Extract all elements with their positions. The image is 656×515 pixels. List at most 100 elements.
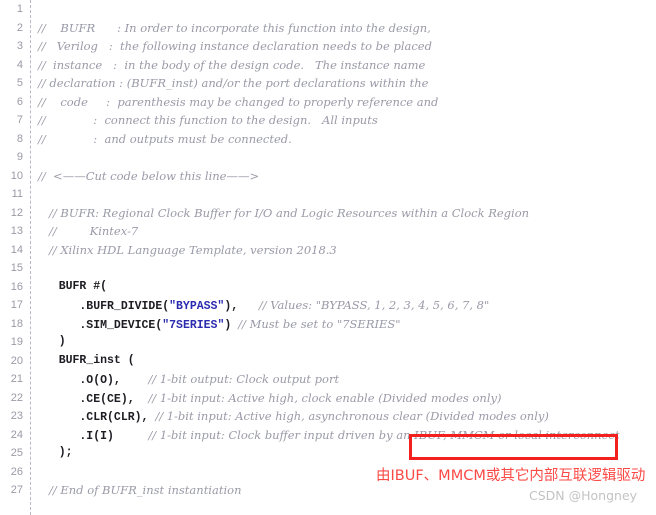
chinese-annotation-note: 由IBUF、MMCM或其它内部互联逻辑驱动 — [376, 468, 646, 484]
code-line[interactable]: 5 // declaration : (BUFR_inst) and/or the… — [0, 74, 656, 93]
code-line[interactable]: 3 // Verilog : the following instance dec… — [0, 37, 656, 56]
comment-token: // BUFR : In order to incorporate this f… — [38, 20, 431, 35]
code-token: ) — [38, 335, 66, 348]
line-number: 5 — [16, 77, 23, 89]
line-number: 20 — [10, 354, 23, 367]
comment-token: // 1-bit input: Active high, clock enabl… — [148, 390, 502, 405]
code-token: .BUFR_DIVIDE( — [38, 300, 170, 313]
line-text: ) — [38, 333, 66, 352]
line-text: BUFR_inst ( — [38, 352, 135, 371]
string-token: "BYPASS" — [169, 300, 225, 313]
comment-token: // 1-bit output: Clock output port — [148, 372, 340, 386]
code-token: .I(I) — [38, 429, 149, 443]
line-number: 18 — [10, 317, 23, 330]
code-line[interactable]: 14 // Xilinx HDL Language Template, vers… — [0, 241, 656, 260]
code-line[interactable]: 18 .SIM_DEVICE("7SERIES") // Must be set… — [0, 315, 656, 334]
line-number: 13 — [10, 225, 23, 237]
line-text: // : connect this function to the design… — [38, 111, 378, 132]
string-token: "7SERIES" — [162, 318, 225, 332]
code-token: ) — [224, 318, 239, 332]
line-number: 12 — [10, 206, 23, 219]
code-line[interactable]: 25 ); — [0, 444, 656, 463]
line-text: // <——Cut code below this line——> — [38, 167, 259, 188]
line-number: 21 — [10, 373, 23, 385]
code-token: ), — [224, 300, 259, 313]
code-line[interactable]: 9 — [0, 148, 656, 167]
line-text: // : and outputs must be connected. — [38, 130, 292, 151]
code-line[interactable]: 2 // BUFR : In order to incorporate this … — [0, 19, 656, 38]
comment-token: // : connect this function to the design… — [38, 113, 378, 127]
code-line[interactable]: 10 // <——Cut code below this line——> — [0, 167, 656, 186]
line-number: 27 — [10, 484, 23, 496]
line-number: 19 — [10, 336, 23, 348]
code-line[interactable]: 8 // : and outputs must be connected. — [0, 130, 656, 149]
line-text: .O(O), // 1-bit output: Clock output por… — [38, 370, 339, 391]
code-token: .O(O), — [38, 374, 149, 387]
line-number: 24 — [10, 428, 23, 441]
code-line[interactable]: 13 // Kintex-7 — [0, 222, 656, 241]
comment-token: // BUFR: Regional Clock Buffer for I/O a… — [38, 205, 530, 220]
csdn-watermark: CSDN @Hongney — [529, 488, 638, 503]
line-text: // Xilinx HDL Language Template, version… — [38, 241, 337, 262]
line-text: .SIM_DEVICE("7SERIES") // Must be set to… — [38, 315, 401, 336]
line-text: .CE(CE), // 1-bit input: Active high, cl… — [38, 389, 501, 410]
line-text: // End of BUFR_inst instantiation — [38, 481, 242, 502]
line-number: 6 — [16, 95, 23, 108]
comment-token: // 1-bit input: Clock buffer input drive… — [148, 427, 620, 442]
line-number: 3 — [16, 40, 23, 52]
line-text: // BUFR: Regional Clock Buffer for I/O a… — [38, 204, 529, 225]
comment-token: // Values: "BYPASS, 1, 2, 3, 4, 5, 6, 7,… — [258, 298, 490, 312]
code-line[interactable]: 12 // BUFR: Regional Clock Buffer for I/… — [0, 204, 656, 223]
code-editor[interactable]: 1 2// BUFR : In order to incorporate this… — [0, 0, 656, 515]
code-line[interactable]: 21 .O(O), // 1-bit output: Clock output … — [0, 370, 656, 389]
code-line[interactable]: 23 .CLR(CLR), // 1-bit input: Active hig… — [0, 407, 656, 426]
code-token: .CE(CE), — [38, 392, 149, 406]
line-number: 2 — [16, 21, 23, 34]
comment-token: // Kintex-7 — [38, 224, 139, 238]
code-line[interactable]: 1 — [0, 0, 656, 19]
comment-token: // 1-bit input: Active high, asynchronou… — [155, 409, 549, 423]
code-line[interactable]: 4 // instance : in the body of the design… — [0, 56, 656, 75]
line-number: 1 — [16, 3, 23, 15]
code-line[interactable]: 17 .BUFR_DIVIDE("BYPASS"), // Values: "B… — [0, 296, 656, 315]
line-number: 9 — [16, 151, 23, 163]
line-text: BUFR #( — [38, 278, 107, 297]
comment-token: // Xilinx HDL Language Template, version… — [38, 242, 337, 257]
line-number: 25 — [10, 447, 23, 459]
code-token: ); — [38, 446, 73, 459]
code-token: .CLR(CLR), — [38, 411, 156, 424]
code-line[interactable]: 15 — [0, 259, 656, 278]
comment-token: // Verilog : the following instance decl… — [38, 39, 432, 53]
line-number: 8 — [16, 132, 23, 145]
line-number: 23 — [10, 410, 23, 422]
code-line[interactable]: 6 // code : parenthesis may be changed to… — [0, 93, 656, 112]
code-line[interactable]: 11 — [0, 185, 656, 204]
line-text: // Kintex-7 — [38, 222, 138, 243]
code-token: BUFR #( — [38, 279, 108, 293]
code-token: .SIM_DEVICE( — [38, 318, 163, 332]
line-text: // code : parenthesis may be changed to … — [38, 93, 438, 114]
comment-token: // declaration : (BUFR_inst) and/or the … — [38, 76, 429, 90]
line-number: 16 — [10, 280, 23, 293]
code-line[interactable]: 7 // : connect this function to the desig… — [0, 111, 656, 130]
line-text: ); — [38, 444, 73, 463]
line-number: 7 — [16, 114, 23, 126]
line-number: 14 — [10, 243, 23, 256]
line-number: 17 — [10, 299, 23, 311]
line-text: .I(I) // 1-bit input: Clock buffer input… — [38, 426, 619, 447]
line-number: 22 — [10, 391, 23, 404]
comment-token: // Must be set to "7SERIES" — [238, 316, 401, 331]
line-text: // Verilog : the following instance decl… — [38, 37, 432, 58]
comment-token: // : and outputs must be connected. — [38, 131, 292, 146]
line-text: // declaration : (BUFR_inst) and/or the … — [38, 74, 428, 95]
line-number: 26 — [10, 465, 23, 478]
code-line[interactable]: 19 ) — [0, 333, 656, 352]
code-line[interactable]: 20 BUFR_inst ( — [0, 352, 656, 371]
code-line[interactable]: 24 .I(I) // 1-bit input: Clock buffer in… — [0, 426, 656, 445]
code-lines-container[interactable]: 1 2// BUFR : In order to incorporate this… — [0, 0, 656, 500]
code-line[interactable]: 22 .CE(CE), // 1-bit input: Active high,… — [0, 389, 656, 408]
line-number: 10 — [10, 169, 23, 182]
line-text: .CLR(CLR), // 1-bit input: Active high, … — [38, 407, 549, 428]
line-text: .BUFR_DIVIDE("BYPASS"), // Values: "BYPA… — [38, 296, 489, 317]
code-line[interactable]: 16 BUFR #( — [0, 278, 656, 297]
